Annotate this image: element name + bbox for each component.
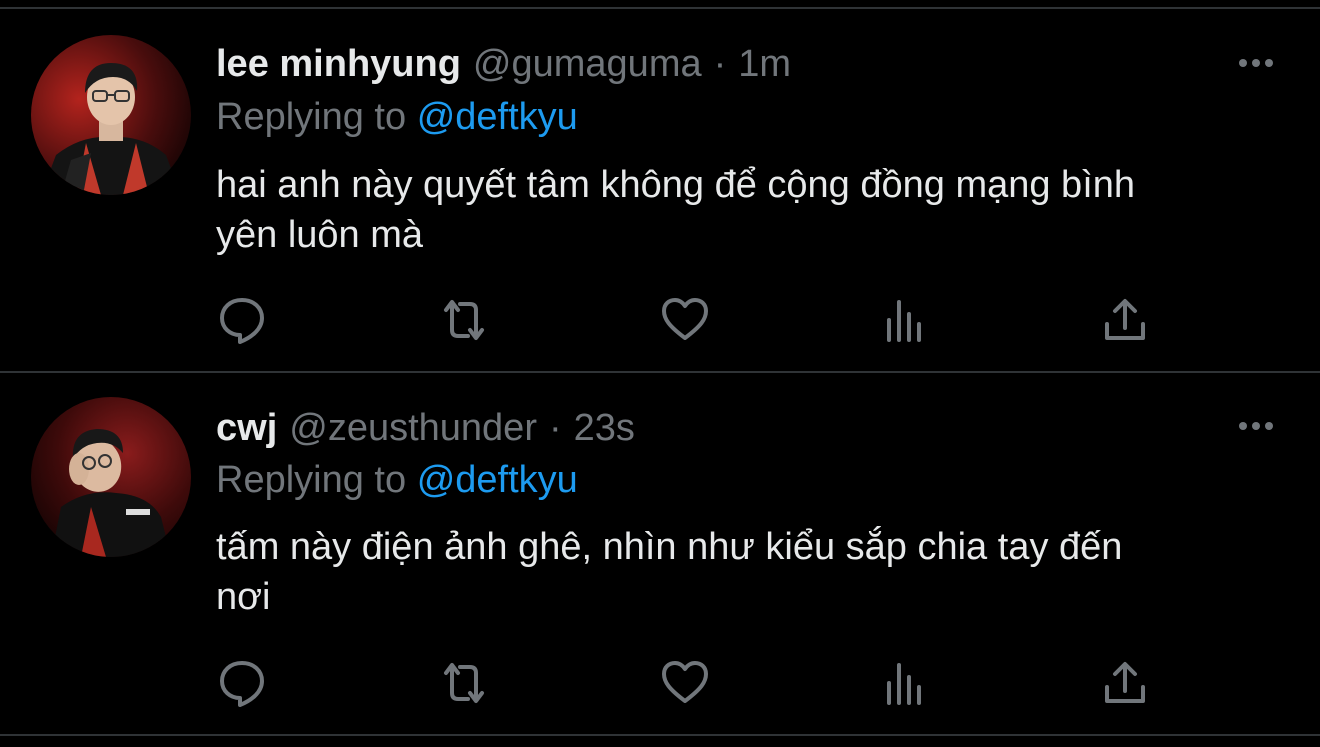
tweet-header: cwj @zeusthunder · 23s (216, 406, 635, 450)
replying-to-line: Replying to @deftkyu (216, 458, 578, 502)
analytics-icon[interactable] (879, 294, 931, 346)
more-options-icon[interactable] (1236, 53, 1276, 73)
tweet-item[interactable]: lee minhyung @gumaguma · 1m Replying to … (0, 0, 1320, 360)
like-icon[interactable] (659, 294, 711, 346)
mention-link[interactable]: @deftkyu (417, 459, 578, 501)
tweet-text-line: tấm này điện ảnh ghê, nhìn như kiểu sắp … (216, 526, 1123, 568)
tweet-text-line: hai anh này quyết tâm không để cộng đồng… (216, 164, 1136, 206)
separator-dot: · (713, 43, 727, 85)
avatar[interactable] (31, 35, 191, 195)
share-icon[interactable] (1099, 657, 1151, 709)
share-icon[interactable] (1099, 294, 1151, 346)
tweet-item[interactable]: cwj @zeusthunder · 23s Replying to @deft… (0, 363, 1320, 723)
author-handle[interactable]: @gumaguma (473, 42, 702, 86)
retweet-icon[interactable] (438, 294, 490, 346)
mention-link[interactable]: @deftkyu (417, 96, 578, 138)
analytics-icon[interactable] (879, 657, 931, 709)
author-handle[interactable]: @zeusthunder (289, 406, 537, 450)
bottom-divider (0, 734, 1320, 736)
replying-to-label: Replying to (216, 96, 407, 138)
retweet-icon[interactable] (438, 657, 490, 709)
reply-icon[interactable] (216, 657, 268, 709)
author-name[interactable]: cwj (216, 406, 277, 450)
timestamp[interactable]: 1m (738, 42, 791, 86)
replying-to-label: Replying to (216, 459, 407, 501)
more-options-icon[interactable] (1236, 416, 1276, 436)
tweet-header: lee minhyung @gumaguma · 1m (216, 42, 791, 86)
author-name[interactable]: lee minhyung (216, 42, 461, 86)
like-icon[interactable] (659, 657, 711, 709)
tweet-text: tấm này điện ảnh ghê, nhìn như kiểu sắp … (216, 522, 1276, 622)
separator-dot: · (548, 407, 562, 449)
timestamp[interactable]: 23s (574, 406, 635, 450)
avatar[interactable] (31, 397, 191, 557)
tweet-text: hai anh này quyết tâm không để cộng đồng… (216, 160, 1276, 260)
tweet-text-line: yên luôn mà (216, 214, 424, 256)
tweet-text-line: nơi (216, 576, 271, 618)
replying-to-line: Replying to @deftkyu (216, 95, 578, 139)
reply-icon[interactable] (216, 294, 268, 346)
